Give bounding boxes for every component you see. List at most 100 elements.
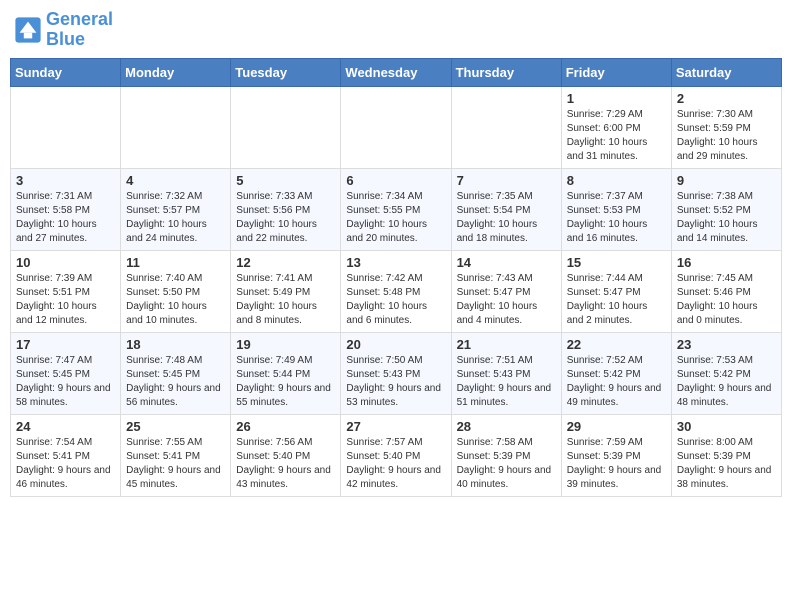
weekday-sunday: Sunday <box>11 58 121 86</box>
calendar-cell: 17 Sunrise: 7:47 AM Sunset: 5:45 PM Dayli… <box>11 332 121 414</box>
weekday-friday: Friday <box>561 58 671 86</box>
calendar-cell: 1Sunrise: 7:29 AM Sunset: 6:00 PM Daylig… <box>561 86 671 168</box>
calendar-cell: 15 Sunrise: 7:44 AM Sunset: 5:47 PM Dayli… <box>561 250 671 332</box>
calendar-cell: 20 Sunrise: 7:50 AM Sunset: 5:43 PM Dayli… <box>341 332 451 414</box>
calendar-cell: 30 Sunrise: 8:00 AM Sunset: 5:39 PM Dayli… <box>671 414 781 496</box>
day-number: 9 <box>677 173 776 188</box>
day-info: Sunrise: 7:44 AM Sunset: 5:47 PM Dayligh… <box>567 272 666 328</box>
day-number: 16 <box>677 255 776 270</box>
day-number: 18 <box>126 337 225 352</box>
calendar-cell: 5 Sunrise: 7:33 AM Sunset: 5:56 PM Daylig… <box>231 168 341 250</box>
day-number: 25 <box>126 419 225 434</box>
logo: General Blue <box>14 10 113 50</box>
calendar-cell: 28 Sunrise: 7:58 AM Sunset: 5:39 PM Dayli… <box>451 414 561 496</box>
day-info: Sunrise: 7:59 AM Sunset: 5:39 PM Dayligh… <box>567 436 666 492</box>
day-number: 4 <box>126 173 225 188</box>
calendar-cell: 23Sunrise: 7:53 AM Sunset: 5:42 PM Dayli… <box>671 332 781 414</box>
calendar-cell: 4 Sunrise: 7:32 AM Sunset: 5:57 PM Daylig… <box>121 168 231 250</box>
day-number: 3 <box>16 173 115 188</box>
day-info: Sunrise: 7:31 AM Sunset: 5:58 PM Dayligh… <box>16 190 115 246</box>
day-info: Sunrise: 7:30 AM Sunset: 5:59 PM Dayligh… <box>677 108 776 164</box>
calendar-row-4: 24Sunrise: 7:54 AM Sunset: 5:41 PM Dayli… <box>11 414 782 496</box>
day-info: Sunrise: 7:41 AM Sunset: 5:49 PM Dayligh… <box>236 272 335 328</box>
day-number: 5 <box>236 173 335 188</box>
calendar-cell: 16 Sunrise: 7:45 AM Sunset: 5:46 PM Dayli… <box>671 250 781 332</box>
calendar-cell: 12 Sunrise: 7:41 AM Sunset: 5:49 PM Dayli… <box>231 250 341 332</box>
day-number: 29 <box>567 419 666 434</box>
day-info: Sunrise: 7:37 AM Sunset: 5:53 PM Dayligh… <box>567 190 666 246</box>
calendar-cell: 11Sunrise: 7:40 AM Sunset: 5:50 PM Dayli… <box>121 250 231 332</box>
day-number: 19 <box>236 337 335 352</box>
day-info: Sunrise: 7:35 AM Sunset: 5:54 PM Dayligh… <box>457 190 556 246</box>
calendar-cell: 14Sunrise: 7:43 AM Sunset: 5:47 PM Dayli… <box>451 250 561 332</box>
calendar-cell: 6 Sunrise: 7:34 AM Sunset: 5:55 PM Daylig… <box>341 168 451 250</box>
day-info: Sunrise: 7:56 AM Sunset: 5:40 PM Dayligh… <box>236 436 335 492</box>
day-number: 30 <box>677 419 776 434</box>
day-number: 2 <box>677 91 776 106</box>
day-number: 15 <box>567 255 666 270</box>
day-info: Sunrise: 7:42 AM Sunset: 5:48 PM Dayligh… <box>346 272 445 328</box>
day-info: Sunrise: 7:32 AM Sunset: 5:57 PM Dayligh… <box>126 190 225 246</box>
day-info: Sunrise: 7:33 AM Sunset: 5:56 PM Dayligh… <box>236 190 335 246</box>
day-number: 11 <box>126 255 225 270</box>
day-info: Sunrise: 7:34 AM Sunset: 5:55 PM Dayligh… <box>346 190 445 246</box>
day-number: 8 <box>567 173 666 188</box>
calendar-cell: 29 Sunrise: 7:59 AM Sunset: 5:39 PM Dayli… <box>561 414 671 496</box>
weekday-wednesday: Wednesday <box>341 58 451 86</box>
day-number: 27 <box>346 419 445 434</box>
day-number: 21 <box>457 337 556 352</box>
calendar-cell: 26Sunrise: 7:56 AM Sunset: 5:40 PM Dayli… <box>231 414 341 496</box>
day-info: Sunrise: 7:48 AM Sunset: 5:45 PM Dayligh… <box>126 354 225 410</box>
day-number: 24 <box>16 419 115 434</box>
weekday-header-row: SundayMondayTuesdayWednesdayThursdayFrid… <box>11 58 782 86</box>
calendar-cell: 18 Sunrise: 7:48 AM Sunset: 5:45 PM Dayli… <box>121 332 231 414</box>
calendar-row-1: 3 Sunrise: 7:31 AM Sunset: 5:58 PM Daylig… <box>11 168 782 250</box>
calendar-body: 1Sunrise: 7:29 AM Sunset: 6:00 PM Daylig… <box>11 86 782 496</box>
day-info: Sunrise: 7:49 AM Sunset: 5:44 PM Dayligh… <box>236 354 335 410</box>
day-info: Sunrise: 7:29 AM Sunset: 6:00 PM Dayligh… <box>567 108 666 164</box>
calendar-cell <box>231 86 341 168</box>
day-info: Sunrise: 7:53 AM Sunset: 5:42 PM Dayligh… <box>677 354 776 410</box>
day-number: 22 <box>567 337 666 352</box>
day-number: 6 <box>346 173 445 188</box>
calendar-cell: 8 Sunrise: 7:37 AM Sunset: 5:53 PM Daylig… <box>561 168 671 250</box>
calendar-cell <box>341 86 451 168</box>
calendar-cell: 10Sunrise: 7:39 AM Sunset: 5:51 PM Dayli… <box>11 250 121 332</box>
day-info: Sunrise: 7:43 AM Sunset: 5:47 PM Dayligh… <box>457 272 556 328</box>
day-info: Sunrise: 7:45 AM Sunset: 5:46 PM Dayligh… <box>677 272 776 328</box>
day-number: 12 <box>236 255 335 270</box>
calendar-cell: 9 Sunrise: 7:38 AM Sunset: 5:52 PM Daylig… <box>671 168 781 250</box>
page-header: General Blue <box>10 10 782 50</box>
logo-text: General Blue <box>46 10 113 50</box>
calendar-cell: 22 Sunrise: 7:52 AM Sunset: 5:42 PM Dayli… <box>561 332 671 414</box>
weekday-monday: Monday <box>121 58 231 86</box>
calendar-cell: 24Sunrise: 7:54 AM Sunset: 5:41 PM Dayli… <box>11 414 121 496</box>
calendar-cell: 13 Sunrise: 7:42 AM Sunset: 5:48 PM Dayli… <box>341 250 451 332</box>
day-info: Sunrise: 7:57 AM Sunset: 5:40 PM Dayligh… <box>346 436 445 492</box>
day-info: Sunrise: 7:58 AM Sunset: 5:39 PM Dayligh… <box>457 436 556 492</box>
calendar-cell: 7Sunrise: 7:35 AM Sunset: 5:54 PM Daylig… <box>451 168 561 250</box>
day-info: Sunrise: 7:47 AM Sunset: 5:45 PM Dayligh… <box>16 354 115 410</box>
day-number: 28 <box>457 419 556 434</box>
calendar-cell: 19 Sunrise: 7:49 AM Sunset: 5:44 PM Dayli… <box>231 332 341 414</box>
calendar-cell <box>451 86 561 168</box>
calendar-cell: 21 Sunrise: 7:51 AM Sunset: 5:43 PM Dayli… <box>451 332 561 414</box>
day-number: 13 <box>346 255 445 270</box>
day-number: 20 <box>346 337 445 352</box>
day-info: Sunrise: 7:51 AM Sunset: 5:43 PM Dayligh… <box>457 354 556 410</box>
calendar-cell <box>121 86 231 168</box>
day-number: 17 <box>16 337 115 352</box>
calendar-row-3: 17 Sunrise: 7:47 AM Sunset: 5:45 PM Dayli… <box>11 332 782 414</box>
logo-icon <box>14 16 42 44</box>
day-info: Sunrise: 7:38 AM Sunset: 5:52 PM Dayligh… <box>677 190 776 246</box>
day-info: Sunrise: 8:00 AM Sunset: 5:39 PM Dayligh… <box>677 436 776 492</box>
calendar-row-2: 10Sunrise: 7:39 AM Sunset: 5:51 PM Dayli… <box>11 250 782 332</box>
day-info: Sunrise: 7:50 AM Sunset: 5:43 PM Dayligh… <box>346 354 445 410</box>
calendar-cell: 2 Sunrise: 7:30 AM Sunset: 5:59 PM Daylig… <box>671 86 781 168</box>
day-info: Sunrise: 7:52 AM Sunset: 5:42 PM Dayligh… <box>567 354 666 410</box>
calendar-table: SundayMondayTuesdayWednesdayThursdayFrid… <box>10 58 782 497</box>
weekday-tuesday: Tuesday <box>231 58 341 86</box>
calendar-row-0: 1Sunrise: 7:29 AM Sunset: 6:00 PM Daylig… <box>11 86 782 168</box>
calendar-cell <box>11 86 121 168</box>
calendar-cell: 27 Sunrise: 7:57 AM Sunset: 5:40 PM Dayli… <box>341 414 451 496</box>
